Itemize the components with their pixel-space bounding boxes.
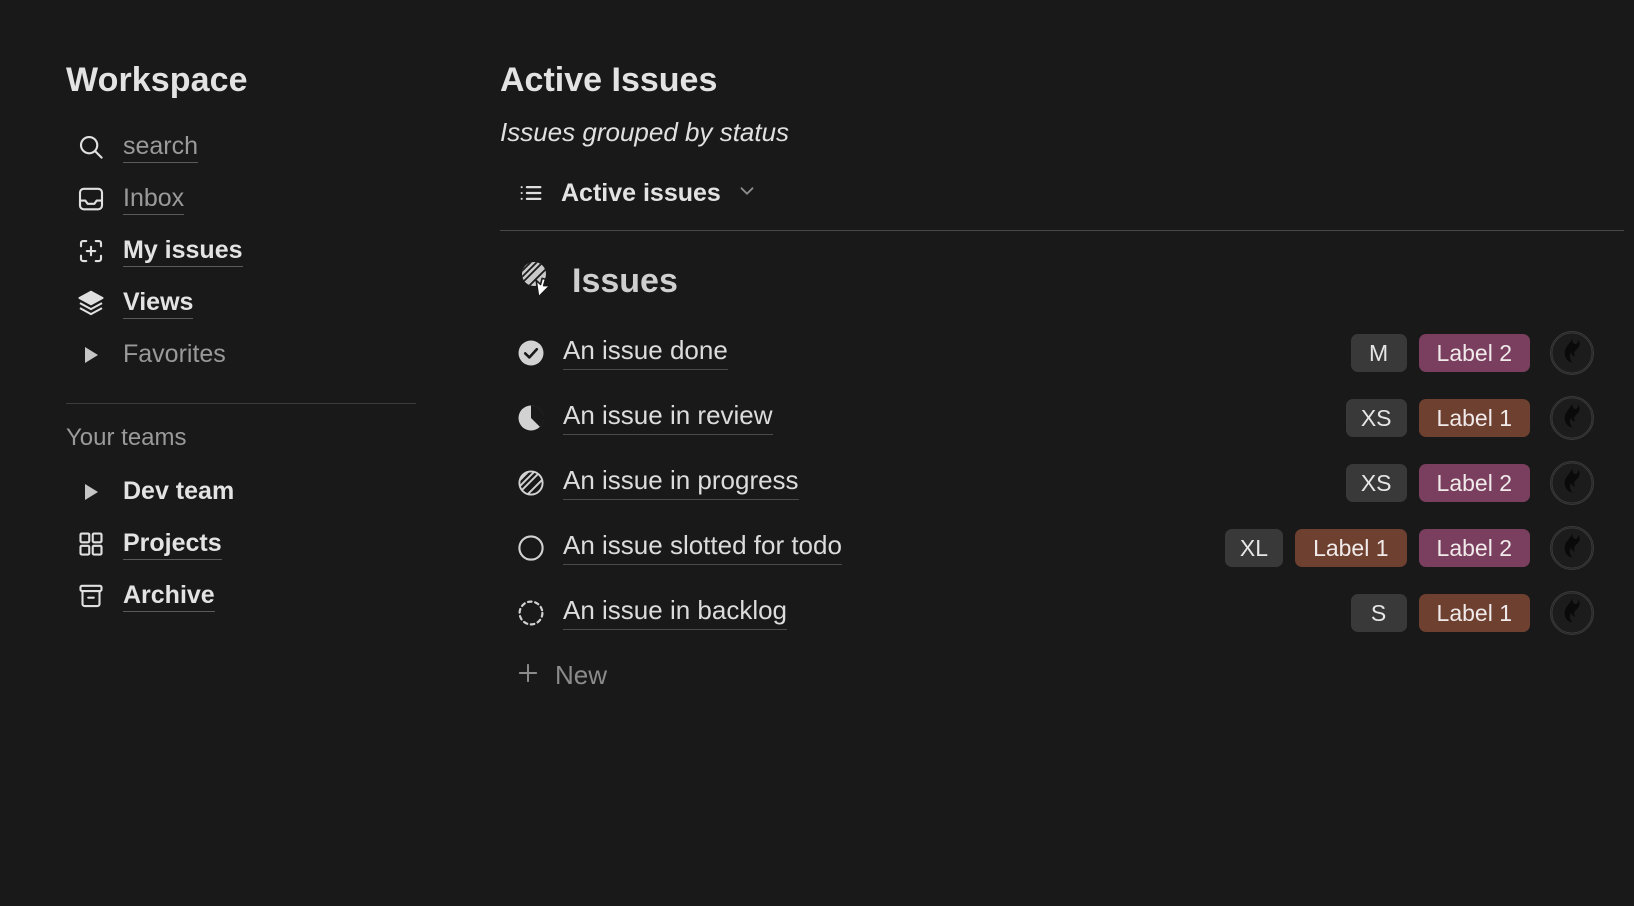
triangle-right-icon [76, 477, 106, 507]
estimate-badge[interactable]: XL [1225, 529, 1283, 568]
sidebar-item-search[interactable]: search [76, 121, 500, 173]
avatar[interactable] [1550, 331, 1594, 375]
label-badge[interactable]: Label 1 [1419, 399, 1530, 438]
sidebar-item-dev-team[interactable]: Dev team [76, 466, 500, 518]
in-progress-cursor-icon [514, 255, 560, 306]
in-progress-icon[interactable] [514, 466, 548, 500]
grid-icon [76, 529, 106, 559]
chevron-down-icon[interactable] [736, 180, 758, 207]
main-divider [500, 230, 1624, 231]
triangle-right-icon [76, 340, 106, 370]
issue-badges: S Label 1 [1351, 594, 1530, 633]
triangle-right-icon [85, 347, 98, 363]
issue-title: An issue slotted for todo [563, 530, 842, 565]
sidebar-item-label: My issues [123, 236, 243, 268]
issue-row[interactable]: An issue in progress XS Label 2 [500, 450, 1634, 515]
avatar[interactable] [1550, 591, 1594, 635]
issue-title: An issue in progress [563, 465, 799, 500]
issue-title: An issue in backlog [563, 595, 787, 630]
estimate-badge[interactable]: M [1351, 334, 1407, 373]
todo-icon[interactable] [514, 531, 548, 565]
page-title: Active Issues [500, 62, 1634, 99]
workspace-title: Workspace [66, 62, 500, 99]
search-icon [76, 132, 106, 162]
estimate-badge[interactable]: XS [1346, 399, 1407, 438]
group-header: Issues [514, 255, 1634, 306]
avatar[interactable] [1550, 461, 1594, 505]
archive-icon [76, 581, 106, 611]
sidebar-item-projects[interactable]: Projects [76, 518, 500, 570]
issue-badges: M Label 2 [1351, 334, 1530, 373]
issue-row[interactable]: An issue in review XS Label 1 [500, 385, 1634, 450]
issue-badges: XS Label 1 [1346, 399, 1530, 438]
avatar[interactable] [1550, 396, 1594, 440]
main-content: Active Issues Issues grouped by status A… [500, 0, 1634, 906]
inbox-icon [76, 184, 106, 214]
list-icon [516, 178, 546, 208]
sidebar-item-label: Views [123, 288, 193, 320]
issue-row[interactable]: An issue in backlog S Label 1 [500, 580, 1634, 645]
plus-icon [514, 659, 542, 692]
my-issues-icon [76, 236, 106, 266]
issue-row[interactable]: An issue done M Label 2 [500, 320, 1634, 385]
page-subtitle: Issues grouped by status [500, 117, 1634, 148]
new-issue-label: New [555, 660, 607, 691]
view-selector[interactable]: Active issues [516, 178, 1634, 208]
issue-badges: XS Label 2 [1346, 464, 1530, 503]
group-title: Issues [572, 264, 678, 298]
sidebar-item-label: Archive [123, 581, 215, 613]
sidebar: Workspace search Inbox My issues Views Favor… [0, 0, 500, 906]
teams-heading: Your teams [66, 424, 500, 452]
backlog-icon[interactable] [514, 596, 548, 630]
issue-title: An issue in review [563, 400, 773, 435]
estimate-badge[interactable]: S [1351, 594, 1407, 633]
sidebar-item-inbox[interactable]: Inbox [76, 173, 500, 225]
sidebar-item-label: Dev team [123, 477, 234, 508]
view-selector-label: Active issues [561, 179, 721, 208]
sidebar-item-favorites[interactable]: Favorites [76, 329, 500, 381]
sidebar-item-archive[interactable]: Archive [76, 570, 500, 622]
issue-list: An issue done M Label 2 An issue in review X… [500, 320, 1634, 645]
sidebar-item-label: Inbox [123, 184, 184, 216]
sidebar-item-label: search [123, 132, 198, 164]
layers-icon [76, 288, 106, 318]
label-badge[interactable]: Label 1 [1419, 594, 1530, 633]
in-review-icon[interactable] [514, 401, 548, 435]
sidebar-teams: Dev team Projects Archive [66, 466, 500, 622]
triangle-right-icon [85, 484, 98, 500]
sidebar-item-label: Favorites [123, 340, 226, 371]
issue-title: An issue done [563, 335, 728, 370]
sidebar-item-label: Projects [123, 529, 222, 561]
avatar[interactable] [1550, 526, 1594, 570]
label-badge[interactable]: Label 2 [1419, 334, 1530, 373]
done-icon[interactable] [514, 336, 548, 370]
sidebar-item-views[interactable]: Views [76, 277, 500, 329]
estimate-badge[interactable]: XS [1346, 464, 1407, 503]
sidebar-divider [66, 403, 416, 404]
issue-badges: XL Label 1 Label 2 [1225, 529, 1530, 568]
sidebar-nav: search Inbox My issues Views Favorites [66, 121, 500, 381]
sidebar-item-my-issues[interactable]: My issues [76, 225, 500, 277]
label-badge[interactable]: Label 2 [1419, 529, 1530, 568]
label-badge[interactable]: Label 1 [1295, 529, 1406, 568]
new-issue-row[interactable]: New [500, 645, 1634, 705]
label-badge[interactable]: Label 2 [1419, 464, 1530, 503]
app-root: Workspace search Inbox My issues Views Favor… [0, 0, 1634, 906]
issue-row[interactable]: An issue slotted for todo XL Label 1 Label … [500, 515, 1634, 580]
